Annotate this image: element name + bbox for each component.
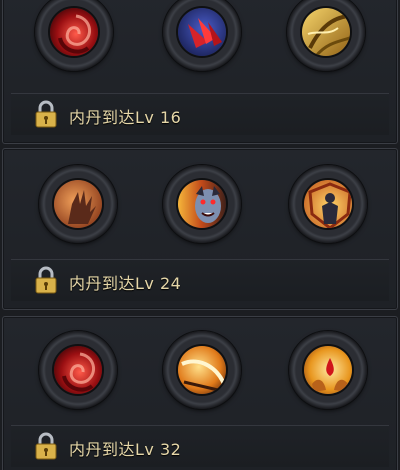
unlock-level-label: 内丹到达Lv 24	[69, 274, 182, 293]
skill-slot-red-claw[interactable]	[163, 0, 241, 71]
vampire-face-icon	[176, 178, 228, 230]
skill-slot-golden-shell[interactable]	[287, 0, 365, 71]
skill-slot-guardian-shield[interactable]	[289, 165, 367, 243]
skill-row	[3, 331, 397, 417]
golden-shell-icon	[300, 6, 352, 58]
unlock-level-label: 内丹到达Lv 32	[69, 440, 182, 459]
red-claw-icon	[176, 6, 228, 58]
skill-slot-crimson-swirl[interactable]	[35, 0, 113, 71]
skill-slot-crimson-swirl[interactable]	[39, 331, 117, 409]
skill-slot-clawed-hand[interactable]	[39, 165, 117, 243]
skill-row	[3, 0, 397, 79]
unlock-requirement-row: 内丹到达Lv 16	[11, 93, 389, 135]
crimson-swirl-icon	[52, 344, 104, 396]
padlock-icon	[35, 432, 57, 460]
guardian-shield-icon	[302, 178, 354, 230]
skill-tier-panel-1: 内丹到达Lv 16	[2, 0, 398, 144]
crimson-swirl-icon	[48, 6, 100, 58]
unlock-requirement-row: 内丹到达Lv 32	[11, 425, 389, 467]
skill-row	[3, 165, 397, 251]
skill-tier-panel-2: 内丹到达Lv 24	[2, 148, 398, 310]
blood-hands-icon	[302, 344, 354, 396]
padlock-icon	[35, 266, 57, 294]
skill-tier-panel-3: 内丹到达Lv 32	[2, 316, 398, 470]
unlock-requirement-row: 内丹到达Lv 24	[11, 259, 389, 301]
skill-slot-blood-hands[interactable]	[289, 331, 367, 409]
skill-slot-slash-arc[interactable]	[163, 331, 241, 409]
clawed-hand-icon	[52, 178, 104, 230]
skill-slot-vampire-face[interactable]	[163, 165, 241, 243]
unlock-level-label: 内丹到达Lv 16	[69, 108, 182, 127]
slash-arc-icon	[176, 344, 228, 396]
padlock-icon	[35, 100, 57, 128]
